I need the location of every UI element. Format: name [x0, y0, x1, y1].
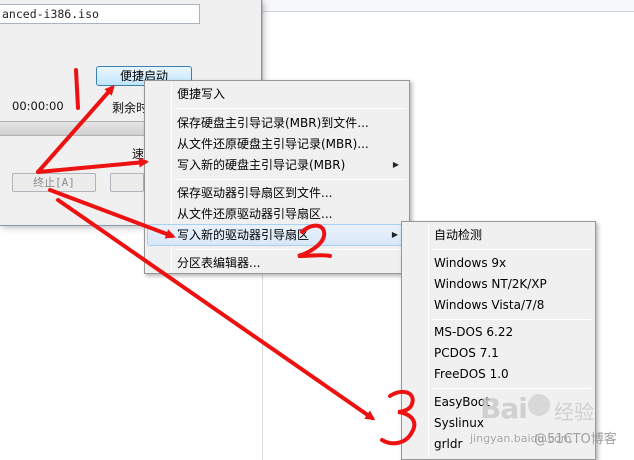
quick-start-menu: 便捷写入 保存硬盘主引导记录(MBR)到文件... 从文件还原硬盘主引导记录(M…	[144, 80, 410, 274]
submenu-item-vista[interactable]: Windows Vista/7/8	[404, 294, 593, 316]
submenu-arrow-icon: ▶	[392, 160, 399, 169]
submenu-item-freedos[interactable]: FreeDOS 1.0	[404, 363, 593, 385]
menu-item-save-boot-sector[interactable]: 保存驱动器引导扇区到文件...	[147, 182, 407, 204]
dialog-secondary-button[interactable]	[110, 173, 144, 192]
submenu-item-winnt[interactable]: Windows NT/2K/XP	[404, 273, 593, 295]
menu-item-restore-boot-sector[interactable]: 从文件还原驱动器引导扇区...	[147, 203, 407, 225]
menu-item-save-mbr[interactable]: 保存硬盘主引导记录(MBR)到文件...	[147, 112, 407, 134]
menu-separator	[175, 179, 405, 180]
speed-label: 速	[132, 147, 145, 161]
watermark-blog: @51CTO博客	[534, 432, 617, 447]
menu-separator	[175, 108, 405, 109]
paw-icon	[528, 394, 550, 416]
menu-item-partition-editor[interactable]: 分区表编辑器...	[147, 252, 407, 274]
menu-separator	[175, 249, 405, 250]
submenu-item-win9x[interactable]: Windows 9x	[404, 252, 593, 274]
iso-path-field[interactable]: anced-i386.iso	[0, 4, 200, 24]
menu-separator	[432, 388, 591, 389]
watermark-logo: Bai	[480, 392, 528, 425]
background-window-topbar	[263, 0, 634, 12]
watermark-logo-suffix: 经验	[554, 400, 594, 424]
submenu-item-pcdos[interactable]: PCDOS 7.1	[404, 342, 593, 364]
baidu-watermark: Bai 经验 jingyan.baidu.com @51CTO博客	[470, 392, 630, 454]
menu-item-quick-write[interactable]: 便捷写入	[147, 83, 407, 105]
menu-separator	[432, 249, 591, 250]
menu-item-label: 写入新的驱动器引导扇区	[177, 228, 310, 242]
elapsed-time: 00:00:00	[12, 99, 64, 113]
submenu-arrow-icon: ▶	[391, 230, 398, 239]
menu-item-write-boot-sector[interactable]: 写入新的驱动器引导扇区 ▶	[147, 224, 407, 246]
stop-button[interactable]: 终止[A]	[12, 173, 96, 192]
menu-separator	[432, 319, 591, 320]
submenu-item-auto-detect[interactable]: 自动检测	[404, 224, 593, 246]
menu-item-write-mbr[interactable]: 写入新的硬盘主引导记录(MBR) ▶	[147, 154, 407, 176]
menu-item-restore-mbr[interactable]: 从文件还原硬盘主引导记录(MBR)...	[147, 133, 407, 155]
menu-item-label: 写入新的硬盘主引导记录(MBR)	[177, 158, 346, 172]
submenu-item-msdos[interactable]: MS-DOS 6.22	[404, 321, 593, 343]
